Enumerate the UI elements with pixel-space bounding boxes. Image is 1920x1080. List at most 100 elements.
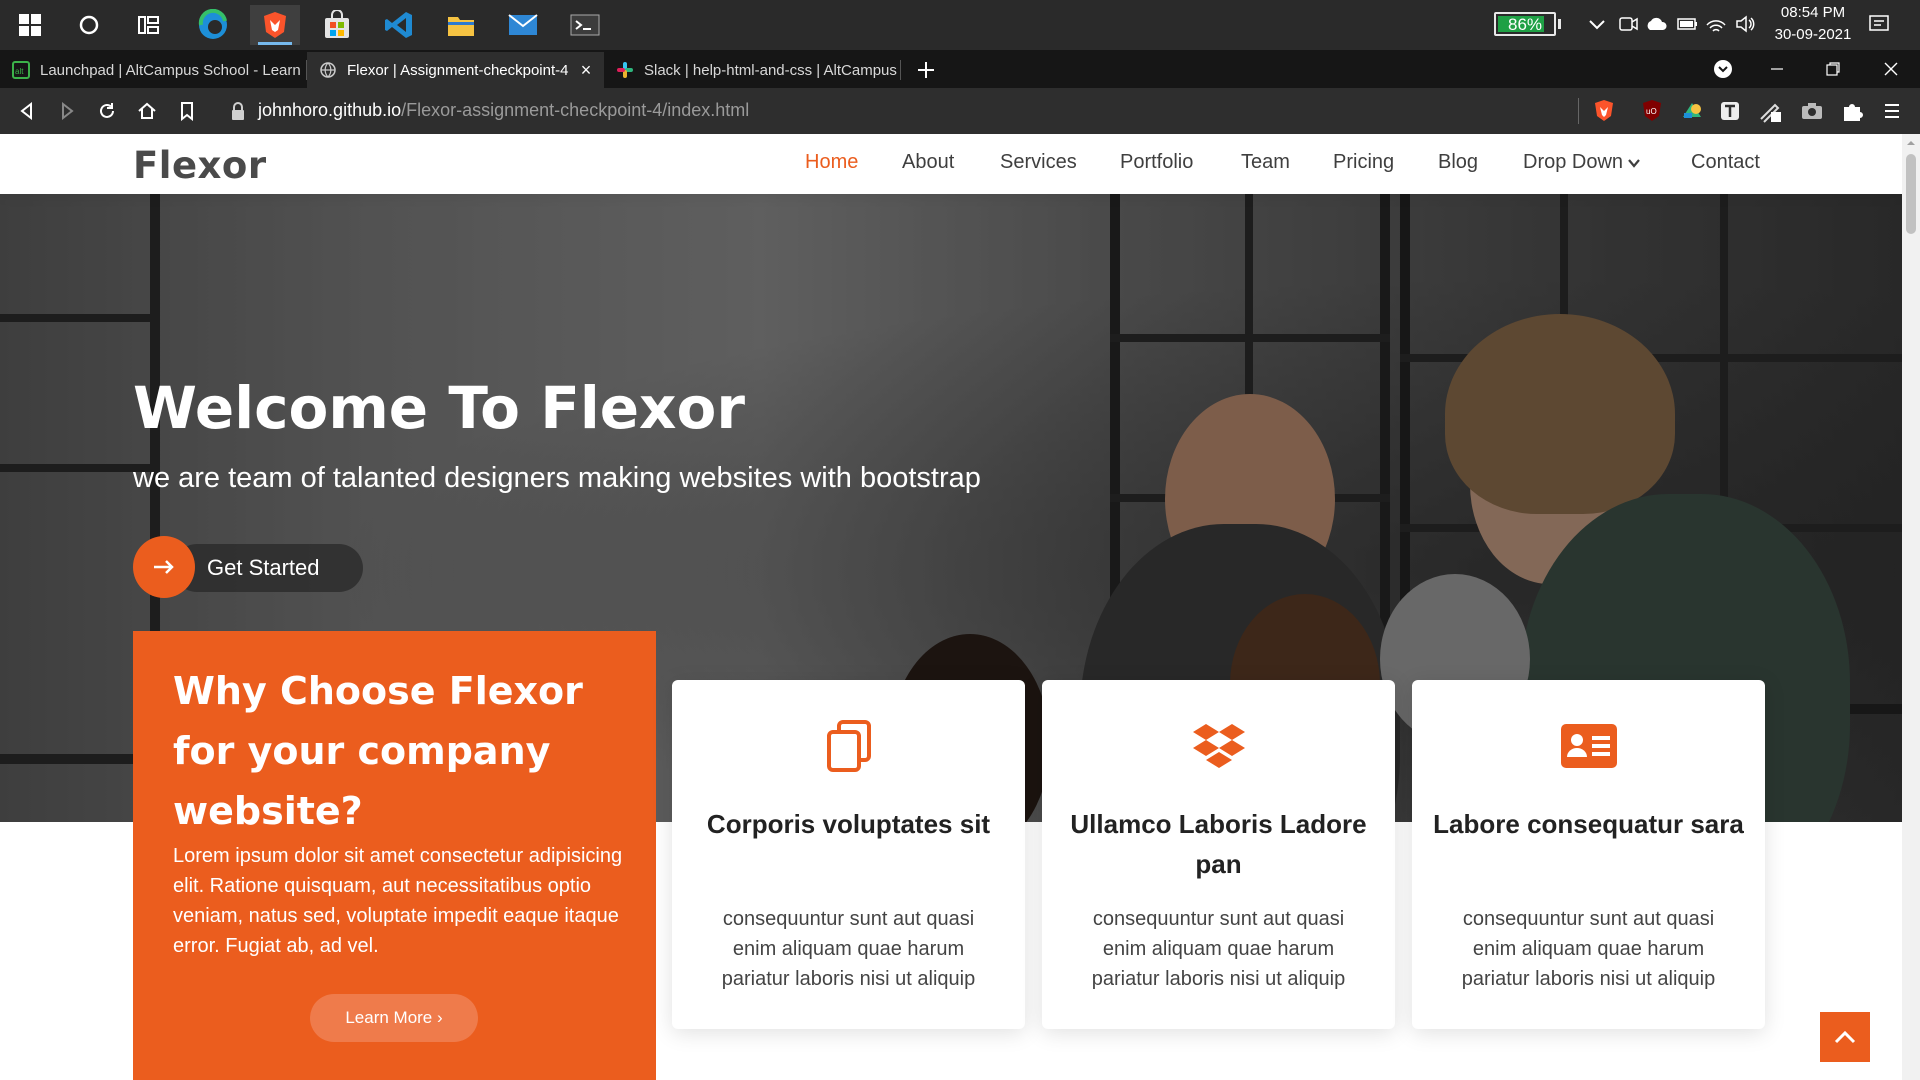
get-started-button[interactable]: Get Started bbox=[133, 536, 363, 598]
files-icon bbox=[819, 716, 879, 776]
nav-home[interactable]: Home bbox=[805, 151, 858, 174]
chevron-up-icon bbox=[1834, 1030, 1856, 1044]
close-window-button[interactable] bbox=[1868, 52, 1914, 86]
battery-tray-icon[interactable] bbox=[1676, 13, 1698, 35]
menu-icon[interactable] bbox=[1880, 99, 1904, 123]
scroll-up-arrow-icon[interactable] bbox=[1906, 138, 1916, 148]
nav-services[interactable]: Services bbox=[1000, 151, 1077, 174]
close-icon bbox=[1884, 62, 1898, 76]
mail-icon[interactable] bbox=[498, 5, 548, 45]
maximize-button[interactable] bbox=[1810, 52, 1856, 86]
clock-time[interactable]: 08:54 PM bbox=[1778, 4, 1848, 21]
altcampus-icon: alt bbox=[12, 61, 30, 79]
get-started-label: Get Started bbox=[207, 555, 320, 580]
tab-search-button[interactable] bbox=[1700, 52, 1746, 86]
nav-about[interactable]: About bbox=[902, 151, 954, 174]
meet-now-icon[interactable] bbox=[1617, 13, 1639, 35]
nav-dropdown-label: Drop Down bbox=[1523, 151, 1624, 173]
restore-icon bbox=[1826, 62, 1840, 76]
brave-shields-icon[interactable] bbox=[1592, 99, 1616, 123]
bookmark-button[interactable] bbox=[172, 96, 202, 126]
onedrive-cloud-icon[interactable] bbox=[1645, 13, 1667, 35]
feature-card: Labore consequatur sara consequuntur sun… bbox=[1412, 680, 1765, 1029]
text-extension-icon[interactable] bbox=[1718, 99, 1742, 123]
minimize-icon bbox=[1771, 68, 1783, 70]
clock-date[interactable]: 30-09-2021 bbox=[1768, 26, 1858, 43]
why-title: Why Choose Flexor for your company websi… bbox=[173, 669, 583, 833]
browser-tab-slack[interactable]: Slack | help-html-and-css | AltCampus bbox=[604, 52, 900, 88]
card-title: Labore consequatur sara bbox=[1433, 809, 1744, 839]
tab-title: Launchpad | AltCampus School - Learn bbox=[40, 61, 301, 79]
plus-icon bbox=[918, 62, 934, 78]
vscode-icon[interactable] bbox=[374, 5, 424, 45]
nav-blog[interactable]: Blog bbox=[1438, 151, 1478, 174]
camera-icon[interactable] bbox=[1800, 99, 1824, 123]
new-tab-button[interactable] bbox=[912, 52, 942, 88]
microsoft-store-icon[interactable] bbox=[312, 5, 362, 45]
home-button[interactable] bbox=[132, 96, 162, 126]
extension-color-icon[interactable] bbox=[1680, 99, 1704, 123]
url-path: /Flexor-assignment-checkpoint-4/index.ht… bbox=[401, 100, 750, 120]
brave-browser-icon[interactable] bbox=[250, 5, 300, 45]
why-text: Lorem ipsum dolor sit amet consectetur a… bbox=[173, 845, 623, 957]
windows-taskbar: 86% 08:54 PM 30-09-2021 bbox=[0, 0, 1920, 50]
pen-extension-icon[interactable] bbox=[1758, 99, 1782, 123]
svg-text:alt: alt bbox=[15, 67, 24, 76]
task-view-icon[interactable] bbox=[124, 5, 174, 45]
wifi-icon[interactable] bbox=[1705, 13, 1727, 35]
why-choose-box: Why Choose Flexor for your company websi… bbox=[133, 631, 656, 1080]
site-header: Flexor Home About Services Portfolio Tea… bbox=[0, 134, 1902, 194]
page-scrollbar[interactable] bbox=[1902, 134, 1920, 1080]
forward-arrow-icon bbox=[62, 102, 74, 120]
back-arrow-icon bbox=[20, 102, 32, 120]
scrollbar-thumb[interactable] bbox=[1906, 154, 1916, 234]
close-tab-icon[interactable]: × bbox=[576, 60, 596, 80]
card-title: Ullamco Laboris Ladore pan bbox=[1070, 809, 1367, 879]
card-text: consequuntur sunt aut quasi enim aliquam… bbox=[721, 908, 976, 990]
card-text: consequuntur sunt aut quasi enim aliquam… bbox=[1091, 908, 1346, 990]
site-logo[interactable]: Flexor bbox=[133, 144, 267, 187]
url-divider bbox=[1578, 98, 1579, 124]
file-explorer-icon[interactable] bbox=[436, 5, 486, 45]
id-card-icon bbox=[1559, 716, 1619, 776]
back-to-top-button[interactable] bbox=[1820, 1012, 1870, 1062]
terminal-icon[interactable] bbox=[560, 5, 610, 45]
browser-tab-flexor[interactable]: Flexor | Assignment-checkpoint-4 × bbox=[307, 52, 604, 88]
nav-contact[interactable]: Contact bbox=[1691, 151, 1760, 174]
ublock-origin-icon[interactable]: uO bbox=[1640, 99, 1664, 123]
reload-button[interactable] bbox=[92, 96, 122, 126]
tab-title: Slack | help-html-and-css | AltCampus bbox=[644, 61, 897, 79]
learn-more-button[interactable]: Learn More › bbox=[310, 994, 478, 1042]
edge-browser-icon[interactable] bbox=[188, 5, 238, 45]
feature-card: Corporis voluptates sit consequuntur sun… bbox=[672, 680, 1025, 1029]
extensions-puzzle-icon[interactable] bbox=[1840, 99, 1864, 123]
notifications-icon[interactable] bbox=[1868, 13, 1890, 35]
browser-toolbar: johnhoro.github.io/Flexor-assignment-che… bbox=[0, 88, 1920, 134]
battery-percent-label: 86% bbox=[1507, 15, 1543, 34]
battery-indicator[interactable]: 86% bbox=[1494, 12, 1556, 36]
url-host: johnhoro.github.io bbox=[258, 100, 402, 120]
hero-subtitle: we are team of talanted designers making… bbox=[133, 462, 981, 494]
minimize-button[interactable] bbox=[1754, 52, 1800, 86]
battery-cap bbox=[1558, 19, 1561, 29]
nav-pricing[interactable]: Pricing bbox=[1333, 151, 1394, 174]
lock-icon[interactable] bbox=[228, 100, 250, 122]
card-text: consequuntur sunt aut quasi enim aliquam… bbox=[1461, 908, 1716, 990]
cortana-search-icon[interactable] bbox=[64, 5, 114, 45]
browser-tab-strip: alt Launchpad | AltCampus School - Learn… bbox=[0, 50, 1920, 88]
nav-portfolio[interactable]: Portfolio bbox=[1120, 151, 1193, 174]
svg-text:uO: uO bbox=[1646, 107, 1657, 116]
dropbox-icon bbox=[1189, 716, 1249, 776]
chevron-down-icon bbox=[1628, 159, 1640, 168]
back-button[interactable] bbox=[12, 96, 42, 126]
browser-tab-launchpad[interactable]: alt Launchpad | AltCampus School - Learn bbox=[0, 52, 306, 88]
url-bar[interactable]: johnhoro.github.io/Flexor-assignment-che… bbox=[258, 100, 749, 121]
nav-team[interactable]: Team bbox=[1241, 151, 1290, 174]
forward-button[interactable] bbox=[52, 96, 82, 126]
chevron-down-circle-icon bbox=[1714, 60, 1732, 78]
nav-dropdown[interactable]: Drop Down bbox=[1523, 151, 1641, 174]
volume-icon[interactable] bbox=[1734, 13, 1756, 35]
windows-start-icon[interactable] bbox=[5, 5, 55, 45]
tab-title: Flexor | Assignment-checkpoint-4 bbox=[347, 61, 569, 79]
chevron-up-icon[interactable] bbox=[1586, 13, 1608, 35]
